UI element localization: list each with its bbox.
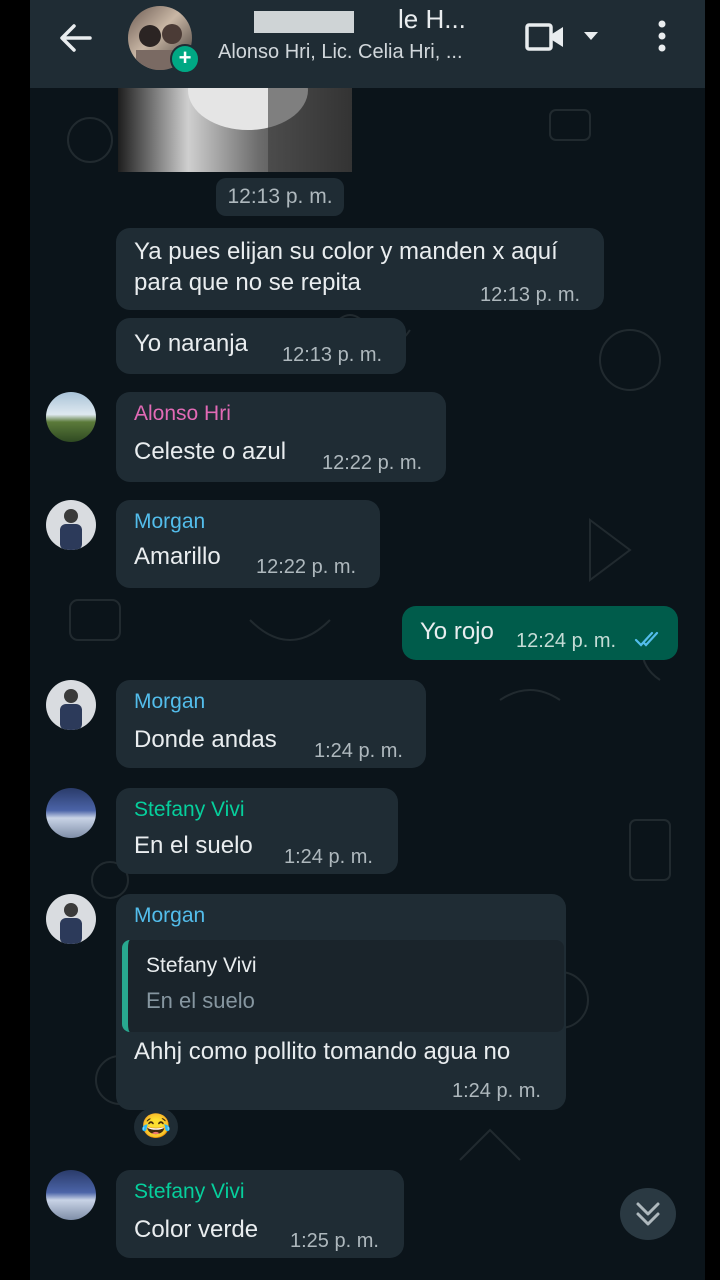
message-bubble[interactable]: Stefany Vivi En el suelo 1:24 p. m. bbox=[116, 788, 398, 874]
sender-name: Stefany Vivi bbox=[134, 798, 245, 821]
group-title-area[interactable]: le H... Alonso Hri, Lic. Celia Hri, ... bbox=[218, 4, 508, 64]
message-time: 12:13 p. m. bbox=[282, 344, 383, 366]
group-members: Alonso Hri, Lic. Celia Hri, ... bbox=[218, 41, 463, 63]
message-time: 1:24 p. m. bbox=[452, 1080, 541, 1102]
message-text: para que no se repita bbox=[134, 269, 361, 296]
message-bubble[interactable]: Yo naranja 12:13 p. m. bbox=[116, 318, 406, 374]
avatar[interactable] bbox=[46, 680, 96, 730]
image-time: 12:13 p. m. bbox=[216, 178, 344, 216]
sender-name: Stefany Vivi bbox=[134, 1180, 245, 1203]
message-text: Ahhj como pollito tomando agua no bbox=[134, 1038, 511, 1065]
sender-name: Morgan bbox=[134, 690, 206, 713]
message-time: 1:25 p. m. bbox=[290, 1230, 379, 1252]
message-text: Amarillo bbox=[134, 543, 221, 570]
message-time: 1:24 p. m. bbox=[314, 740, 403, 762]
arrow-left-icon[interactable] bbox=[56, 18, 96, 58]
caret-down-icon[interactable] bbox=[582, 30, 600, 42]
read-ticks-icon bbox=[634, 631, 659, 647]
avatar[interactable] bbox=[46, 788, 96, 838]
avatar[interactable] bbox=[46, 392, 96, 442]
message-bubble[interactable]: Stefany Vivi Color verde 1:25 p. m. bbox=[116, 1170, 404, 1258]
sender-name: Morgan bbox=[134, 904, 206, 927]
redacted-title bbox=[254, 10, 354, 33]
reaction-badge[interactable]: 😂 bbox=[134, 1108, 178, 1146]
message-time: 12:24 p. m. bbox=[516, 630, 617, 652]
message-bubble[interactable]: Ya pues elijan su color y manden x aquí … bbox=[116, 228, 604, 310]
message-text: Celeste o azul bbox=[134, 438, 287, 465]
message-text: Yo rojo bbox=[420, 618, 494, 645]
chat-header: + le H... Alonso Hri, Lic. Celia Hri, ..… bbox=[30, 0, 705, 88]
message-time: 1:24 p. m. bbox=[284, 846, 373, 868]
sender-name: Morgan bbox=[134, 510, 206, 533]
message-bubble[interactable]: Morgan Amarillo 12:22 p. m. bbox=[116, 500, 380, 588]
message-text: En el suelo bbox=[134, 832, 253, 859]
message-bubble[interactable]: Morgan Stefany Vivi En el suelo Ahhj com… bbox=[116, 894, 566, 1110]
avatar[interactable] bbox=[46, 894, 96, 944]
quoted-text: En el suelo bbox=[146, 988, 255, 1013]
more-vertical-icon[interactable] bbox=[655, 18, 669, 54]
message-text: Donde andas bbox=[134, 726, 277, 753]
message-text: Color verde bbox=[134, 1216, 259, 1243]
plus-icon[interactable]: + bbox=[170, 44, 200, 74]
message-bubble[interactable]: Morgan Donde andas 1:24 p. m. bbox=[116, 680, 426, 768]
message-bubble[interactable]: Alonso Hri Celeste o azul 12:22 p. m. bbox=[116, 392, 446, 482]
outgoing-message-bubble[interactable]: Yo rojo 12:24 p. m. bbox=[402, 606, 678, 660]
scroll-to-bottom-button[interactable] bbox=[620, 1188, 676, 1240]
avatar[interactable] bbox=[46, 1170, 96, 1220]
sender-name: Alonso Hri bbox=[134, 402, 231, 425]
image-message[interactable] bbox=[118, 80, 352, 172]
message-time: 12:13 p. m. bbox=[480, 284, 581, 306]
double-chevron-down-icon bbox=[636, 1202, 660, 1226]
chat-screen: + le H... Alonso Hri, Lic. Celia Hri, ..… bbox=[30, 0, 705, 1280]
avatar[interactable] bbox=[46, 500, 96, 550]
video-camera-icon[interactable] bbox=[524, 20, 566, 54]
message-text: Yo naranja bbox=[134, 330, 248, 357]
quoted-message[interactable]: Stefany Vivi En el suelo bbox=[122, 940, 564, 1032]
group-title: le H... bbox=[398, 4, 466, 34]
message-time: 12:22 p. m. bbox=[256, 556, 357, 578]
message-time: 12:22 p. m. bbox=[322, 452, 423, 474]
message-text: Ya pues elijan su color y manden x aquí bbox=[134, 238, 558, 265]
quoted-sender: Stefany Vivi bbox=[146, 954, 257, 977]
